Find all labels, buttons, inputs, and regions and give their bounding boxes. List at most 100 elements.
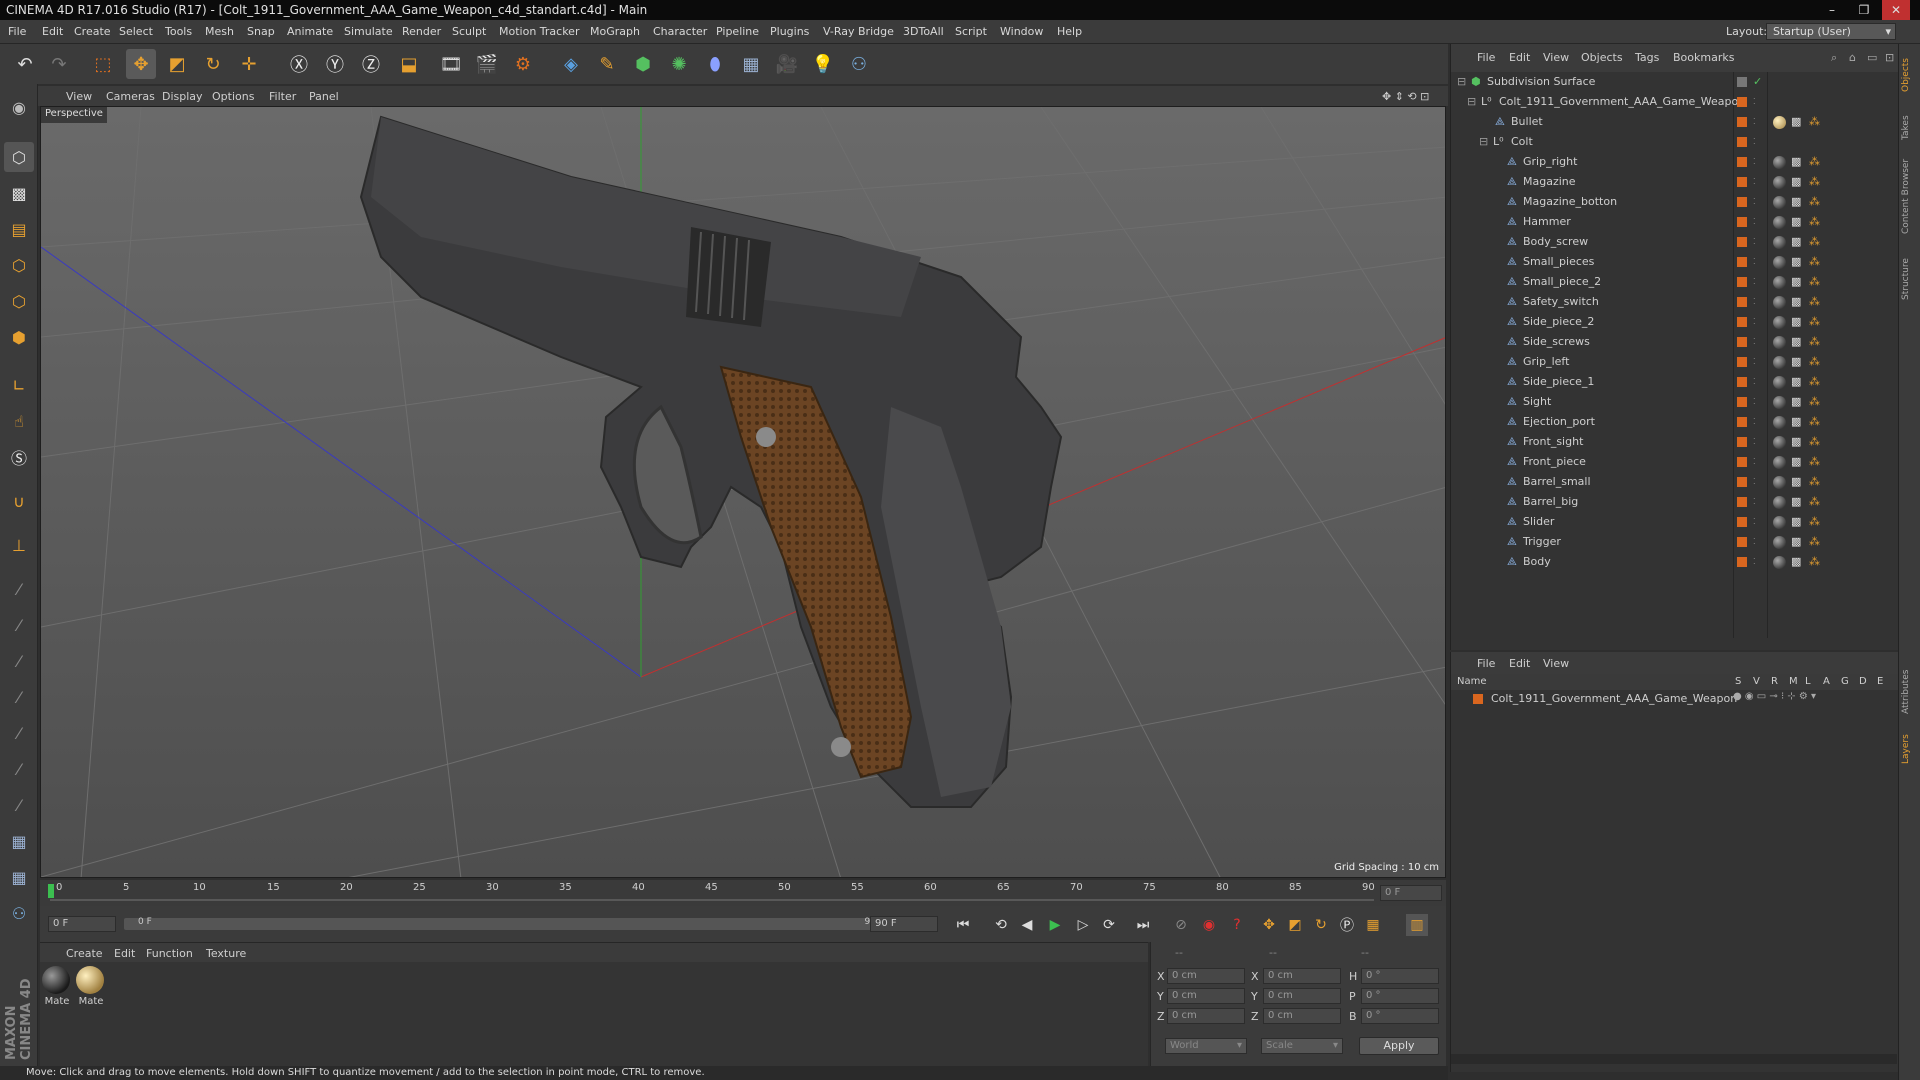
scale-mode-dropdown[interactable]: Scale ▾	[1261, 1038, 1343, 1054]
menu-animate[interactable]: Animate	[287, 25, 333, 38]
record-keys-icon[interactable]: ⊘	[1170, 914, 1192, 936]
layer-swatch[interactable]	[1737, 237, 1747, 247]
go-to-start-icon[interactable]: ⏮	[952, 914, 974, 936]
object-row[interactable]: ⟁ Magazine_botton ⁚ ▩ ⁂	[1451, 192, 1899, 212]
material-tag-icon[interactable]	[1773, 296, 1786, 309]
layer-swatch[interactable]	[1737, 177, 1747, 187]
layer-swatch[interactable]	[1737, 217, 1747, 227]
object-row[interactable]: ⟁ Ejection_port ⁚ ▩ ⁂	[1451, 412, 1899, 432]
tag-icon[interactable]: ⁂	[1809, 212, 1820, 232]
object-row[interactable]: ⟁ Small_piece_2 ⁚ ▩ ⁂	[1451, 272, 1899, 292]
keyframe-selection-icon[interactable]: ?	[1226, 914, 1248, 936]
search-icon[interactable]: ⌕	[1831, 51, 1837, 65]
layer-swatch[interactable]	[1737, 537, 1747, 547]
object-row[interactable]: ⟁ Safety_switch ⁚ ▩ ⁂	[1451, 292, 1899, 312]
tag-icon[interactable]: ⁂	[1809, 532, 1820, 552]
3d-viewport[interactable]: Perspective Grid Spacing : 10 cm	[40, 106, 1446, 878]
material-tag-icon[interactable]	[1773, 416, 1786, 429]
material-tag-icon[interactable]	[1773, 156, 1786, 169]
texture-tag-icon[interactable]: ▩	[1791, 512, 1801, 532]
home-icon[interactable]: ⌂	[1849, 51, 1856, 64]
material-tag-icon[interactable]	[1773, 536, 1786, 549]
menu-vray-bridge[interactable]: V-Ray Bridge	[823, 25, 894, 38]
visibility-dots-icon[interactable]: ⁚	[1753, 92, 1756, 112]
tag-icon[interactable]: ⁂	[1809, 332, 1820, 352]
viewport-menu-options[interactable]: Options	[212, 90, 254, 103]
undo-icon[interactable]: ↶	[10, 49, 40, 79]
layer-swatch[interactable]	[1737, 457, 1747, 467]
material-menu-texture[interactable]: Texture	[206, 947, 246, 960]
layer-swatch[interactable]	[1737, 477, 1747, 487]
material-tag-icon[interactable]	[1773, 176, 1786, 189]
tag-icon[interactable]: ⁂	[1809, 312, 1820, 332]
material-tag-icon[interactable]	[1773, 396, 1786, 409]
tag-icon[interactable]: ⁂	[1809, 452, 1820, 472]
material-tag-icon[interactable]	[1773, 116, 1786, 129]
layer-swatch[interactable]	[1737, 77, 1747, 87]
size-y-field[interactable]: 0 cm	[1263, 988, 1341, 1004]
visibility-dots-icon[interactable]: ⁚	[1753, 352, 1756, 372]
object-row[interactable]: ⟁ Grip_right ⁚ ▩ ⁂	[1451, 152, 1899, 172]
tab-attributes[interactable]: Attributes	[1901, 654, 1917, 714]
object-row[interactable]: ⟁ Grip_left ⁚ ▩ ⁂	[1451, 352, 1899, 372]
visibility-dots-icon[interactable]: ⁚	[1753, 212, 1756, 232]
visibility-dots-icon[interactable]: ⁚	[1753, 292, 1756, 312]
texture-tag-icon[interactable]: ▩	[1791, 472, 1801, 492]
visibility-dots-icon[interactable]: ⁚	[1753, 272, 1756, 292]
menu-character[interactable]: Character	[653, 25, 707, 38]
viewport-menu-display[interactable]: Display	[162, 90, 203, 103]
layer-toggle-icons[interactable]: ● ◉ ▭ ⊸ ⁝ ⊹ ⚙ ▾	[1733, 691, 1816, 702]
layout-dropdown[interactable]: Startup (User) ▾	[1766, 23, 1896, 40]
viewport-menu-filter[interactable]: Filter	[269, 90, 296, 103]
viewport-menu-view[interactable]: View	[66, 90, 92, 103]
material-tag-icon[interactable]	[1773, 476, 1786, 489]
texture-tag-icon[interactable]: ▩	[1791, 532, 1801, 552]
object-row[interactable]: ⟁ Body_screw ⁚ ▩ ⁂	[1451, 232, 1899, 252]
material-menu-edit[interactable]: Edit	[114, 947, 135, 960]
texture-tag-icon[interactable]: ▩	[1791, 112, 1801, 132]
python-script-icon[interactable]: ⚇	[4, 898, 34, 928]
layer-menu-view[interactable]: View	[1543, 657, 1569, 670]
layer-swatch[interactable]	[1737, 317, 1747, 327]
menu-create[interactable]: Create	[74, 25, 111, 38]
minimize-icon[interactable]: –	[1818, 0, 1846, 20]
viewport-navigation-icons[interactable]: ✥ ⇕ ⟲ ⊡	[1382, 90, 1429, 103]
subdivision-surface-icon[interactable]: ⬢	[628, 49, 658, 79]
expand-toggle-icon[interactable]: ⊟	[1467, 92, 1476, 112]
visibility-dots-icon[interactable]: ⁚	[1753, 372, 1756, 392]
python-icon[interactable]: ⚇	[844, 49, 874, 79]
visibility-dots-icon[interactable]: ⁚	[1753, 192, 1756, 212]
texture-tag-icon[interactable]: ▩	[1791, 552, 1801, 572]
model-mode-icon[interactable]: ⬡	[4, 142, 34, 172]
material-tag-icon[interactable]	[1773, 496, 1786, 509]
tag-icon[interactable]: ⁂	[1809, 272, 1820, 292]
layer-color-swatch[interactable]	[1473, 694, 1483, 704]
position-x-field[interactable]: 0 cm	[1167, 968, 1245, 984]
visibility-dots-icon[interactable]: ⁚	[1753, 532, 1756, 552]
edges-mode-icon[interactable]: ⬡	[4, 286, 34, 316]
object-row-subdivision-surface[interactable]: ⊟ ⬢ Subdivision Surface ✓	[1451, 72, 1899, 92]
object-row[interactable]: ⟁ Barrel_big ⁚ ▩ ⁂	[1451, 492, 1899, 512]
object-row-colt[interactable]: ⊟ L⁰ Colt ⁚	[1451, 132, 1899, 152]
tag-icon[interactable]: ⁂	[1809, 152, 1820, 172]
menu-pipeline[interactable]: Pipeline	[716, 25, 759, 38]
magnet-icon[interactable]: ∪	[4, 486, 34, 516]
object-row[interactable]: ⟁ Body ⁚ ▩ ⁂	[1451, 552, 1899, 572]
menu-sculpt[interactable]: Sculpt	[452, 25, 486, 38]
layer-swatch[interactable]	[1737, 157, 1747, 167]
menu-select[interactable]: Select	[119, 25, 153, 38]
texture-tag-icon[interactable]: ▩	[1791, 452, 1801, 472]
object-row[interactable]: ⟁ Front_piece ⁚ ▩ ⁂	[1451, 452, 1899, 472]
render-settings-icon[interactable]: ⚙	[508, 49, 538, 79]
rotation-h-field[interactable]: 0 °	[1361, 968, 1439, 984]
polygons-mode-icon[interactable]: ⬢	[4, 322, 34, 352]
layer-swatch[interactable]	[1737, 417, 1747, 427]
material-tag-icon[interactable]	[1773, 256, 1786, 269]
cloner-icon[interactable]: ✺	[664, 49, 694, 79]
tag-icon[interactable]: ⁂	[1809, 432, 1820, 452]
apply-button[interactable]: Apply	[1359, 1037, 1439, 1055]
visibility-dots-icon[interactable]: ⁚	[1753, 412, 1756, 432]
layer-swatch[interactable]	[1737, 497, 1747, 507]
sculpt-brush-7-icon[interactable]: ⁄	[4, 790, 34, 820]
viewport-menu-cameras[interactable]: Cameras	[106, 90, 155, 103]
